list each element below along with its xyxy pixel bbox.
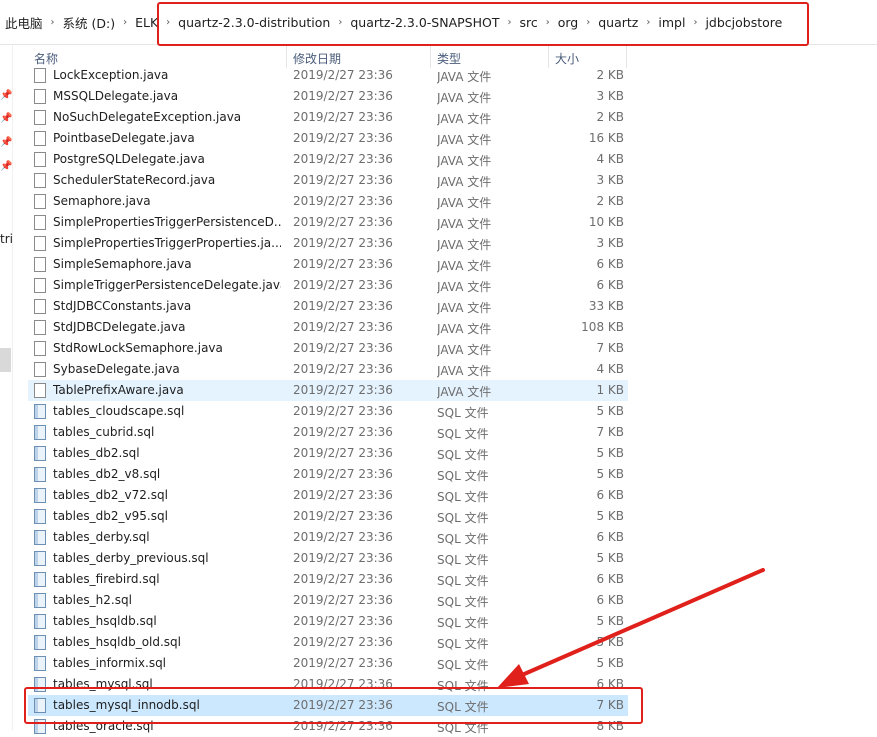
annotation-arrow [497,568,765,688]
arrow-shaft [520,568,765,677]
arrow-head [497,664,529,688]
